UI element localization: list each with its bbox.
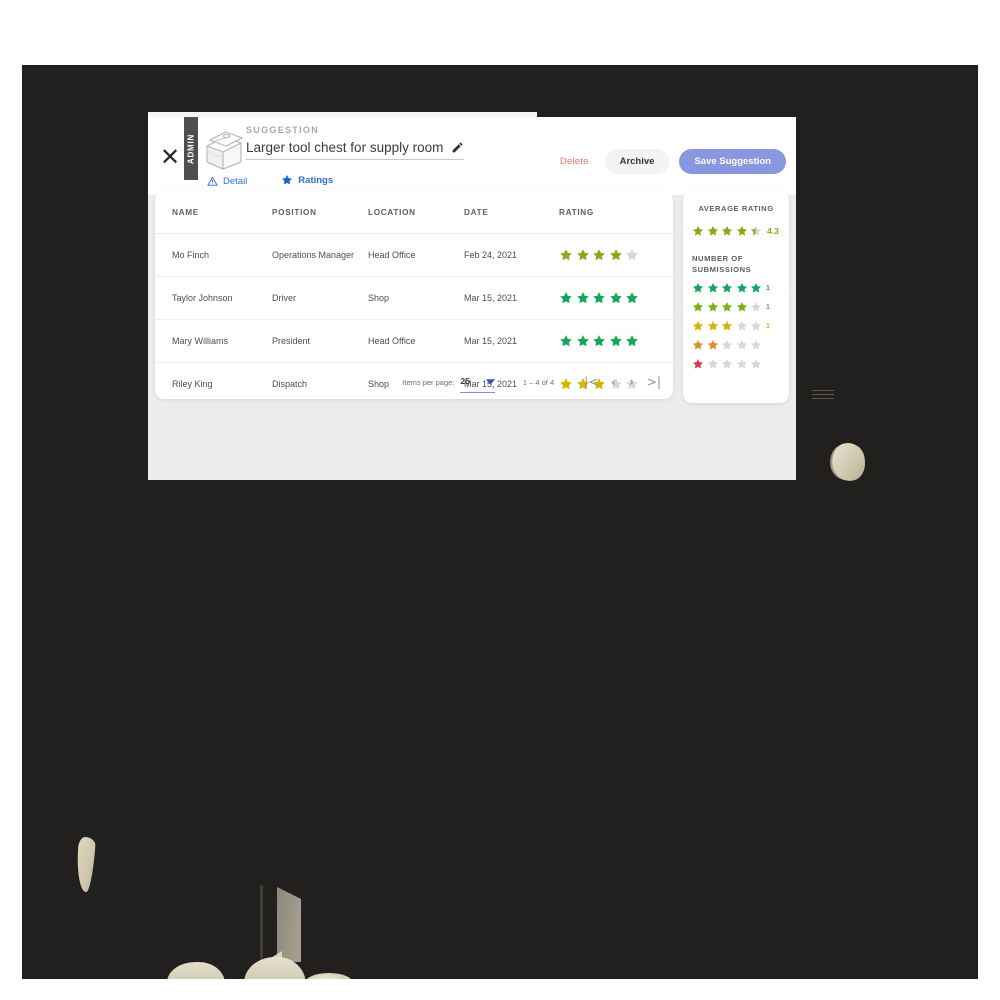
save-suggestion-button[interactable]: Save Suggestion [679, 149, 786, 174]
submissions-label: NUMBER OF SUBMISSIONS [692, 254, 752, 274]
next-page-icon[interactable]: › [629, 376, 634, 388]
admin-side-tab-label: ADMIN [186, 133, 196, 164]
suggestion-box-icon [201, 128, 247, 172]
mesh-object-left[interactable] [167, 962, 225, 979]
panel-header: ✕ ADMIN SUGGESTION Larger tool chest for… [148, 117, 796, 195]
paginator: Items per page: 25 1 – 4 of 4 |< ‹ › >| [155, 365, 673, 399]
distribution-count: 1 [766, 284, 770, 292]
cell-date: Mar 15, 2021 [464, 319, 559, 363]
title-block: SUGGESTION Larger tool chest for supply … [246, 125, 556, 160]
suggestion-title[interactable]: Larger tool chest for supply room [246, 140, 451, 155]
archive-button[interactable]: Archive [604, 149, 670, 174]
last-page-icon[interactable]: >| [647, 376, 661, 388]
leader-line-2 [812, 394, 834, 395]
distribution-row[interactable] [692, 339, 780, 351]
page-range-label: 1 – 4 of 4 [522, 377, 555, 387]
distribution-row[interactable]: 1 [692, 320, 780, 332]
warning-triangle-icon [207, 175, 218, 187]
distribution-count: 1 [766, 303, 770, 311]
ratings-table-card: NAME POSITION LOCATION DATE RATING Mo Fi… [155, 191, 673, 399]
cell-location: Head Office [368, 319, 464, 363]
cell-position: Operations Manager [272, 233, 368, 277]
cell-rating [559, 319, 673, 363]
distribution-row[interactable] [692, 358, 780, 370]
table-row[interactable]: Taylor Johnson Driver Shop Mar 15, 2021 [155, 276, 673, 320]
cell-position: President [272, 319, 368, 363]
distribution-stars [692, 301, 762, 313]
items-per-page-select[interactable]: 25 [460, 372, 495, 393]
admin-side-tab[interactable]: ADMIN [184, 117, 198, 180]
suggestion-detail-panel: ✕ ADMIN SUGGESTION Larger tool chest for… [148, 117, 796, 480]
column-header-position[interactable]: POSITION [272, 191, 368, 234]
screen: ✕ ADMIN SUGGESTION Larger tool chest for… [0, 0, 1000, 1000]
column-header-location[interactable]: LOCATION [368, 191, 464, 234]
items-per-page-label: Items per page: [402, 377, 455, 387]
prev-page-icon[interactable]: ‹ [611, 376, 616, 388]
cell-position: Driver [272, 276, 368, 320]
mesh-object-sliver[interactable] [75, 836, 96, 893]
first-page-icon[interactable]: |< [584, 376, 598, 388]
delete-button[interactable]: Delete [554, 152, 595, 171]
close-icon[interactable]: ✕ [156, 144, 184, 172]
tab-ratings-label: Ratings [298, 174, 334, 186]
submissions-block: NUMBER OF SUBMISSIONS 1 1 1 [692, 253, 780, 370]
ratings-summary-card: AVERAGE RATING 4.3 NUMBER OF SUBMISSIONS… [683, 191, 789, 403]
cell-rating [559, 233, 673, 277]
distribution-stars [692, 339, 762, 351]
leader-line-3 [812, 398, 834, 399]
column-header-date[interactable]: DATE [464, 191, 559, 234]
average-rating-value: 4.3 [767, 226, 779, 236]
pagination-buttons: |< ‹ › >| [584, 376, 661, 388]
leader-line-1 [812, 390, 834, 391]
average-rating-stars [692, 225, 762, 237]
table-header-row: NAME POSITION LOCATION DATE RATING [155, 191, 673, 234]
cell-date: Feb 24, 2021 [464, 233, 559, 277]
column-header-name[interactable]: NAME [155, 191, 272, 234]
items-per-page-value: 25 [460, 375, 470, 386]
distribution-stars [692, 358, 762, 370]
submissions-distribution: 1 1 1 [692, 282, 780, 370]
title-row: Larger tool chest for supply room [246, 140, 464, 160]
table-row[interactable]: Mary Williams President Head Office Mar 15,… [155, 319, 673, 363]
cell-rating [559, 276, 673, 320]
pencil-icon[interactable] [451, 141, 464, 154]
mesh-object-blob[interactable] [829, 440, 868, 484]
panel-content: NAME POSITION LOCATION DATE RATING Mo Fi… [148, 191, 796, 403]
cell-name: Mo Finch [155, 233, 272, 277]
average-rating-row: 4.3 [692, 225, 780, 237]
mesh-object-wedge[interactable] [277, 887, 301, 962]
chevron-down-icon [485, 372, 495, 390]
table-row[interactable]: Mo Finch Operations Manager Head Office Feb… [155, 233, 673, 277]
mesh-object-disc[interactable] [305, 973, 353, 979]
column-header-rating[interactable]: RATING [559, 191, 673, 234]
distribution-row[interactable]: 1 [692, 301, 780, 313]
panel-kicker: SUGGESTION [246, 125, 320, 135]
average-rating-label: AVERAGE RATING [698, 204, 774, 213]
distribution-stars [692, 320, 762, 332]
star-icon [281, 174, 293, 186]
cell-name: Taylor Johnson [155, 276, 272, 320]
cell-location: Head Office [368, 233, 464, 277]
distribution-count: 1 [766, 322, 770, 330]
cell-date: Mar 15, 2021 [464, 276, 559, 320]
tab-detail-label: Detail [223, 175, 248, 187]
cell-name: Mary Williams [155, 319, 272, 363]
cell-location: Shop [368, 276, 464, 320]
distribution-stars [692, 282, 762, 294]
distribution-row[interactable]: 1 [692, 282, 780, 294]
header-actions: Delete Archive Save Suggestion [554, 149, 786, 174]
